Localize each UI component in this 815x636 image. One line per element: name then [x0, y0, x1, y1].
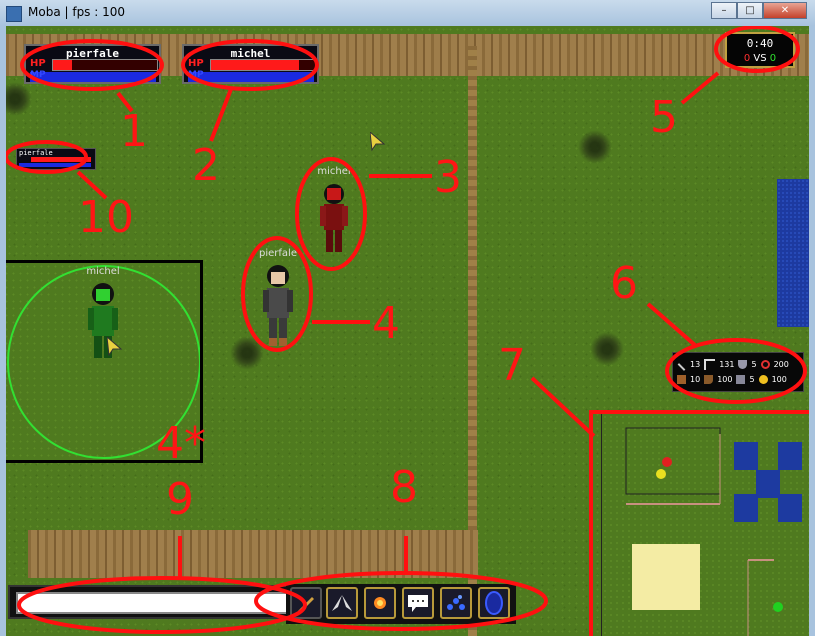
coin-icon: [758, 375, 768, 384]
annotation-label: 1: [120, 106, 148, 157]
annotation-label: 2: [192, 140, 220, 191]
mp-label: MP: [30, 70, 46, 80]
mp-bar: [30, 72, 156, 82]
self-hp-fill: [31, 157, 91, 162]
mouse-cursor-icon: [370, 132, 386, 152]
hp-fill: [211, 60, 300, 70]
window-controls: – □ ✕: [711, 2, 807, 19]
annotation-label: 4*: [156, 418, 206, 469]
stat-value: 5: [751, 360, 757, 369]
score-display: 0 VS 0: [727, 53, 793, 64]
score-left: 0: [743, 53, 751, 64]
minimap-yellow-player: [656, 469, 666, 479]
skill-bar: [286, 584, 516, 624]
player-bar-pierfale: pierfale HP MP: [24, 44, 161, 84]
annotation-label: 7: [498, 340, 526, 391]
mouse-cursor-icon: [107, 337, 123, 357]
hp-bar: [52, 59, 158, 71]
pierfale-sprite: [263, 265, 293, 346]
minimap[interactable]: [601, 413, 809, 636]
bush-icon: [578, 130, 612, 164]
self-name: pierfale: [19, 149, 53, 157]
window-frame-right: [809, 26, 815, 636]
minimap-red-player: [662, 457, 672, 467]
stat-value: 100: [717, 375, 733, 384]
mp-bar: [188, 72, 314, 82]
stat-value: 100: [771, 375, 787, 384]
character-label: michel: [86, 266, 120, 277]
hp-label: HP: [188, 58, 204, 69]
stats-row: 13 131 5 200: [677, 359, 791, 371]
hp-label: HP: [30, 58, 46, 69]
boot-icon: [704, 375, 714, 384]
stat-value: 10: [690, 375, 701, 384]
window-title: Moba | fps : 100: [28, 5, 126, 19]
annotation-label: 3: [434, 152, 462, 203]
annotation-label: 8: [390, 462, 418, 513]
minimap-green-player: [773, 602, 783, 612]
hp-fill: [53, 60, 72, 70]
arrow-icon[interactable]: [290, 587, 322, 619]
wooden-fence-bottom: [28, 530, 478, 578]
bush-icon: [590, 332, 624, 366]
minimap-graphics: [625, 427, 802, 636]
stat-value: 13: [690, 360, 701, 369]
score-right: 0: [769, 53, 777, 64]
maximize-icon[interactable]: □: [737, 2, 763, 19]
michel-sprite: [320, 184, 348, 252]
mp-label: MP: [188, 70, 204, 80]
score-vs: VS: [753, 53, 767, 64]
player-bar-michel: michel HP MP: [182, 44, 319, 84]
chat-bar: [8, 585, 298, 619]
annotation-label: 10: [78, 192, 134, 243]
game-viewport[interactable]: pierfale HP MP michel HP MP pierfale 0:4…: [6, 26, 809, 636]
portal-icon[interactable]: [478, 587, 510, 619]
chat-icon[interactable]: [402, 587, 434, 619]
chat-input[interactable]: [16, 592, 288, 614]
stat-value: 5: [749, 375, 755, 384]
annotation-label: 9: [166, 474, 194, 525]
water-area: [777, 179, 809, 327]
app-icon: [6, 6, 22, 22]
character-label: michel: [317, 166, 351, 177]
hp-bar: [210, 59, 316, 71]
stat-value: 200: [773, 360, 789, 369]
chest-icon: [677, 375, 686, 384]
claw-icon: [704, 359, 716, 370]
close-icon[interactable]: ✕: [763, 2, 807, 19]
minimize-icon[interactable]: –: [711, 2, 737, 19]
window-titlebar[interactable]: Moba | fps : 100 – □ ✕: [0, 0, 815, 27]
blue-dots-icon[interactable]: [440, 587, 472, 619]
wings-icon[interactable]: [326, 587, 358, 619]
stats-panel: 13 131 5 200 10 100 5 100: [672, 352, 804, 392]
self-mp-fill: [19, 163, 91, 167]
character-label: pierfale: [259, 248, 297, 259]
annotation-label: 5: [650, 92, 678, 143]
bush-icon: [6, 82, 32, 116]
stat-value: 131: [719, 360, 735, 369]
self-health-bar: pierfale: [16, 148, 96, 170]
stats-row: 10 100 5 100: [677, 375, 789, 384]
annotation-label: 6: [610, 258, 638, 309]
fireball-icon[interactable]: [364, 587, 396, 619]
match-timer: 0:40 0 VS 0: [725, 32, 795, 68]
timer-value: 0:40: [746, 37, 774, 50]
target-icon: [760, 360, 770, 369]
annotation-label: 4: [372, 298, 400, 349]
shield-icon: [738, 360, 748, 369]
sword-icon: [677, 362, 686, 371]
armor-icon: [736, 375, 746, 384]
